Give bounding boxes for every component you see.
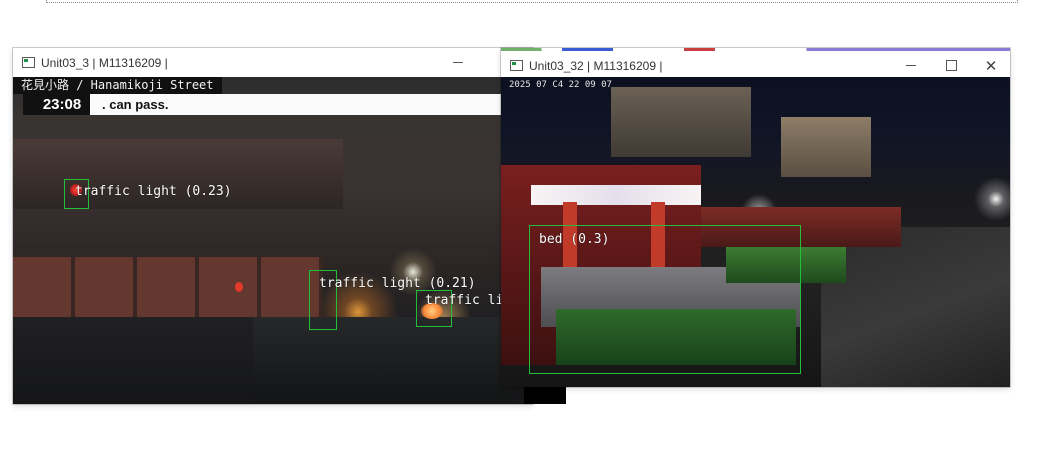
detection-box (529, 225, 801, 374)
maximize-icon[interactable] (931, 51, 971, 80)
titlebar[interactable]: Unit03_32 | M11316209 | ✕ (501, 51, 1010, 80)
road (253, 317, 513, 404)
app-icon (22, 57, 35, 68)
window-unit03-3[interactable]: Unit03_3 | M11316209 | 花見小路 / Hanamikoji… (13, 48, 533, 404)
status-banner: . can pass. (90, 94, 530, 115)
minimize-icon[interactable] (891, 51, 931, 80)
window-unit03-32[interactable]: Unit03_32 | M11316209 | ✕ 2025 07 C4 22 … (501, 48, 1010, 387)
minimize-icon[interactable] (438, 48, 478, 77)
close-icon[interactable]: ✕ (971, 51, 1010, 80)
top-strip (46, 0, 1018, 3)
detection-label: traffic light (0.21) (319, 276, 476, 291)
black-block (524, 386, 566, 404)
building (781, 117, 871, 177)
street-name-label: 花見小路 / Hanamikoji Street (13, 77, 222, 94)
building (611, 87, 751, 157)
detection-label: traffic lig (425, 293, 512, 308)
video-feed: 2025 07 C4 22 09 07 bed (0.3) (501, 77, 1010, 387)
window-title: Unit03_32 | M11316209 | (529, 58, 663, 73)
detection-label: traffic light (0.23) (75, 184, 232, 199)
video-feed: 花見小路 / Hanamikoji Street 23:08 . can pas… (13, 77, 533, 404)
camera-scene (13, 77, 533, 404)
timestamp: 2025 07 C4 22 09 07 (509, 80, 612, 90)
temple-lights (531, 185, 701, 205)
building-wall (13, 257, 323, 317)
detection-label: bed (0.3) (539, 232, 610, 247)
traffic-signal-light (235, 282, 243, 292)
street (821, 227, 1010, 387)
window-title: Unit03_3 | M11316209 | (41, 55, 168, 70)
app-icon (510, 60, 523, 71)
titlebar[interactable]: Unit03_3 | M11316209 | (13, 48, 533, 77)
